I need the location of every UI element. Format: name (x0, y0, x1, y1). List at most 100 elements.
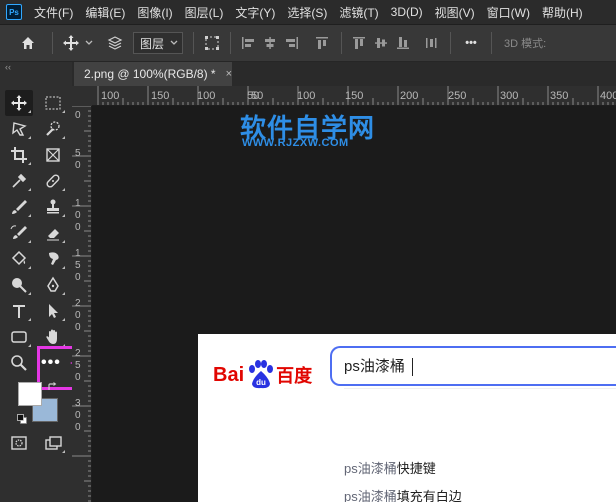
foreground-color-swatch[interactable] (18, 382, 42, 406)
align-vertical-center-icon[interactable] (370, 31, 392, 55)
baidu-logo-bai: Bai (213, 363, 245, 386)
zoom-tool-icon[interactable] (5, 350, 33, 376)
frame-tool-icon[interactable] (39, 142, 67, 168)
path-selection-tool-icon[interactable] (39, 298, 67, 324)
ruler-label: 0 (75, 210, 81, 221)
ruler-label: 150 (345, 90, 364, 102)
ruler-label: 100 (197, 90, 216, 102)
suggestion-suffix: 填充有白边 (396, 489, 462, 502)
close-icon[interactable]: × (226, 68, 232, 80)
crop-tool-icon[interactable] (5, 142, 33, 168)
ruler-label: 50 (247, 90, 260, 102)
layer-select-dropdown[interactable]: 图层 (133, 32, 184, 54)
suggestion-divider (344, 388, 616, 389)
suggestion-item[interactable]: ps油漆桶快捷键 (344, 458, 436, 477)
auto-select-layers-icon[interactable] (103, 31, 127, 55)
paint-bucket-tool-icon[interactable] (5, 246, 33, 272)
ruler-label: 1 (75, 248, 81, 259)
search-box[interactable] (330, 346, 616, 386)
menu-file[interactable]: 文件(F) (28, 0, 79, 24)
baidu-logo-du: du (256, 378, 266, 387)
separator (193, 32, 195, 54)
smudge-tool-icon[interactable] (39, 246, 67, 272)
separator (491, 32, 493, 54)
watermark-url: WWW.RJZXW.COM (242, 137, 349, 149)
ruler-label: 150 (151, 90, 170, 102)
lasso-tool-icon[interactable] (5, 116, 33, 142)
eraser-tool-icon[interactable] (39, 220, 67, 246)
baidu-search-image: Bai du 百度 ps油漆桶快捷键 ps油漆桶填充有白边 (198, 334, 616, 502)
align-horizontal-center-icon[interactable] (259, 31, 281, 55)
quick-mask-icon[interactable] (5, 430, 33, 456)
rectangular-marquee-tool-icon[interactable] (39, 90, 67, 116)
eyedropper-tool-icon[interactable] (5, 168, 33, 194)
align-right-icon[interactable] (281, 31, 303, 55)
ruler-label: 5 (75, 260, 81, 271)
photoshop-logo-icon: Ps (6, 4, 22, 20)
document-tab-bar: 2.png @ 100%(RGB/8) * × (72, 62, 616, 86)
pen-tool-icon[interactable] (39, 272, 67, 298)
type-tool-icon[interactable] (5, 298, 33, 324)
3d-mode-label: 3D 模式: (504, 38, 547, 50)
ruler-label: 200 (400, 90, 419, 102)
transform-controls-icon[interactable] (200, 31, 224, 55)
align-top-icon[interactable] (311, 31, 333, 55)
ruler-label: 0 (75, 222, 81, 233)
ruler-label: 0 (75, 322, 81, 333)
toolbox-collapse[interactable]: ‹‹ (0, 62, 72, 72)
distribute-icon[interactable] (420, 31, 442, 55)
toolbox: ‹‹ ••• (0, 62, 106, 502)
menu-filter[interactable]: 滤镜(T) (333, 0, 384, 24)
quick-selection-tool-icon[interactable] (39, 116, 67, 142)
menu-3d[interactable]: 3D(D) (385, 0, 429, 24)
separator (450, 32, 452, 54)
move-tool-icon[interactable] (5, 90, 33, 116)
menu-edit[interactable]: 编辑(E) (79, 0, 131, 24)
ruler-label: 100 (101, 90, 120, 102)
dodge-tool-icon[interactable] (5, 272, 33, 298)
align-bottom-icon[interactable] (392, 31, 414, 55)
align-left-icon[interactable] (237, 31, 259, 55)
menu-help[interactable]: 帮助(H) (536, 0, 589, 24)
ruler-label: 0 (75, 272, 81, 283)
chevron-down-icon[interactable] (83, 31, 95, 55)
vertical-ruler[interactable]: 0 5 0 1 0 0 1 5 0 2 0 0 2 5 0 3 0 0 (72, 106, 92, 502)
menu-select[interactable]: 选择(S) (281, 0, 333, 24)
ruler-label: 350 (550, 90, 569, 102)
brush-tool-icon[interactable] (5, 194, 33, 220)
suggestion-prefix: ps油漆桶 (344, 461, 397, 476)
document-canvas[interactable]: 软件自学网 WWW.RJZXW.COM Bai du 百度 ps油漆桶 ps油漆… (92, 106, 616, 502)
ruler-label: 1 (75, 198, 81, 209)
screen-mode-icon[interactable] (39, 430, 67, 456)
swap-colors-icon[interactable] (47, 382, 57, 395)
menu-image[interactable]: 图像(I) (131, 0, 178, 24)
suggestion-item[interactable]: ps油漆桶填充有白边 (344, 486, 462, 502)
ruler-label: 5 (75, 148, 81, 159)
menu-window[interactable]: 窗口(W) (481, 0, 536, 24)
default-colors-icon[interactable] (17, 413, 27, 424)
menu-type[interactable]: 文字(Y) (229, 0, 281, 24)
separator (52, 32, 53, 54)
ruler-label: 2 (75, 298, 81, 309)
rectangle-tool-icon[interactable] (5, 324, 33, 350)
history-brush-tool-icon[interactable] (5, 220, 33, 246)
baidu-logo-cn: 百度 (276, 366, 313, 386)
more-options-icon[interactable]: ••• (457, 31, 485, 55)
ruler-label: 250 (448, 90, 467, 102)
move-tool-icon[interactable] (59, 31, 83, 55)
document-tab[interactable]: 2.png @ 100%(RGB/8) * × (74, 62, 232, 86)
ruler-label: 0 (75, 160, 81, 171)
ruler-label: 5 (75, 360, 81, 371)
align-vertical-top-icon[interactable] (348, 31, 370, 55)
search-input[interactable] (344, 357, 604, 374)
menu-layer[interactable]: 图层(L) (179, 0, 230, 24)
horizontal-ruler[interactable]: 100 150 100 50 0 50 100 150 200 250 300 … (92, 86, 616, 106)
suggestion-suffix: 快捷键 (396, 461, 436, 476)
clone-stamp-tool-icon[interactable] (39, 194, 67, 220)
home-icon[interactable] (16, 31, 40, 55)
edit-toolbar-icon[interactable]: ••• (41, 354, 61, 372)
spot-healing-brush-icon[interactable] (39, 168, 67, 194)
separator (230, 32, 232, 54)
ruler-corner (72, 86, 92, 106)
menu-view[interactable]: 视图(V) (429, 0, 481, 24)
